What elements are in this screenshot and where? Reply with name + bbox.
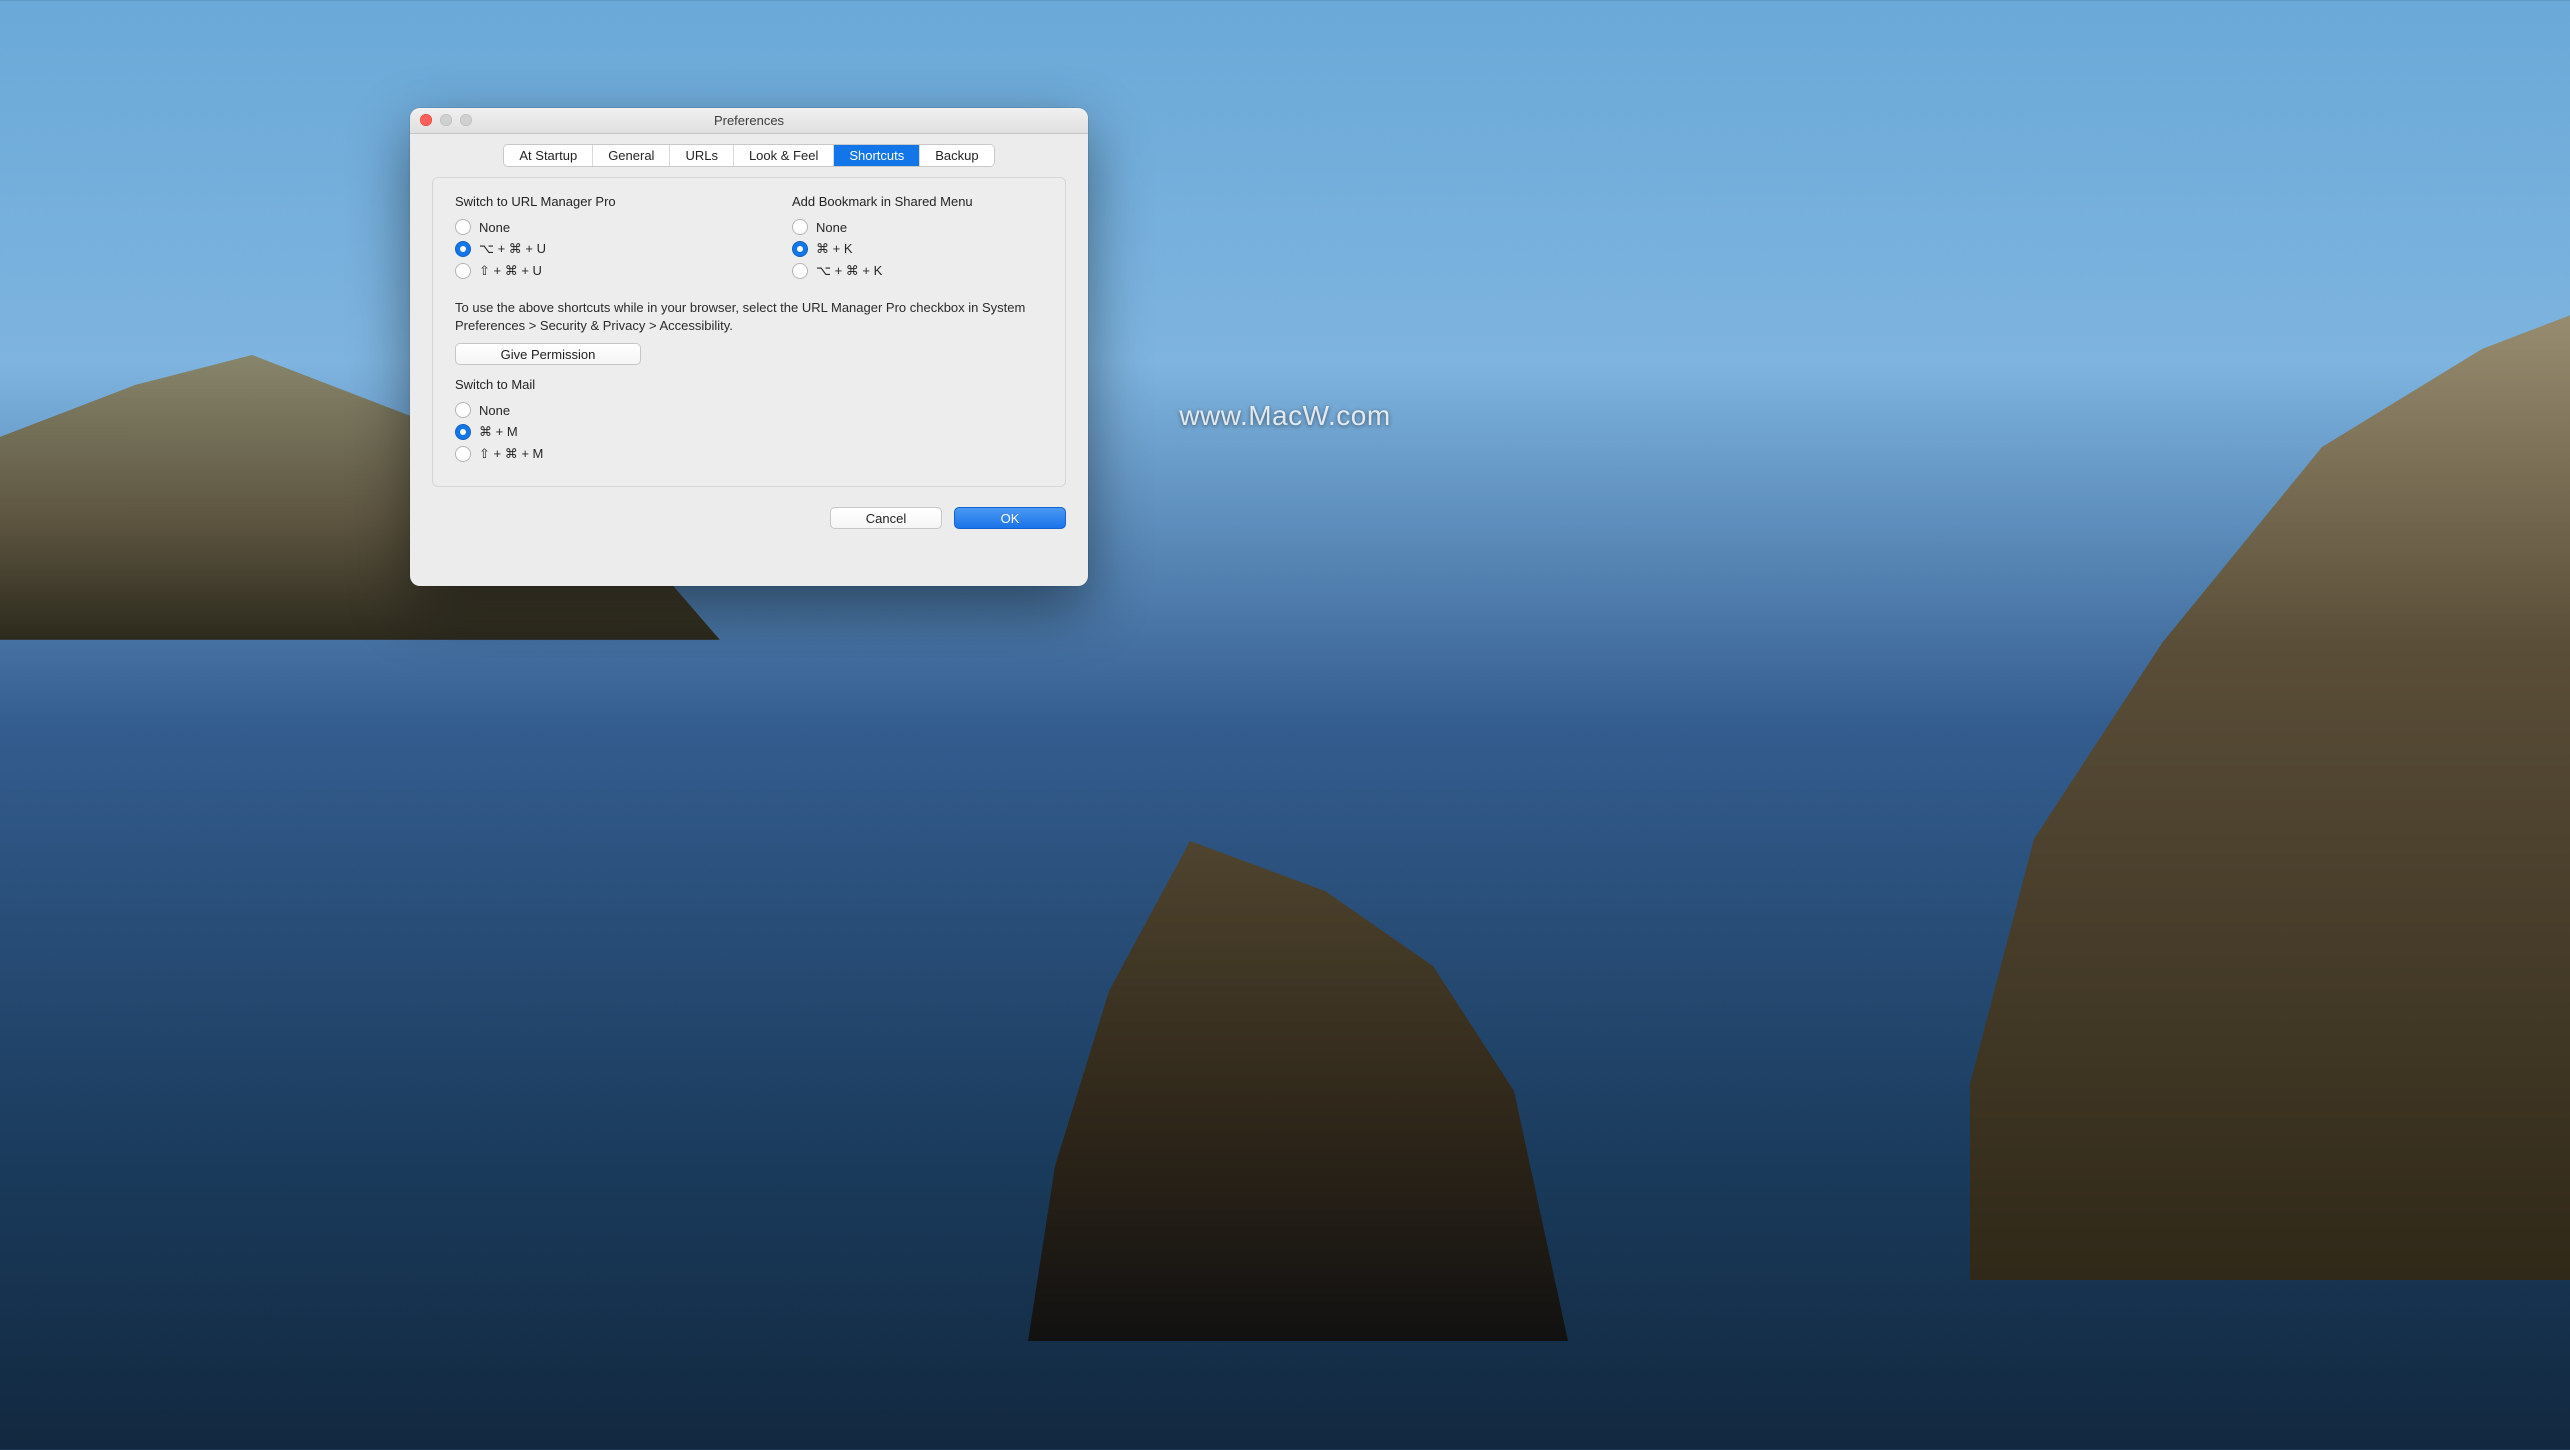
tab-urls[interactable]: URLs [670, 145, 734, 166]
radio-icon [455, 263, 471, 279]
radio-icon [792, 263, 808, 279]
radio-switch-ump-shift-cmd-u[interactable]: ⇧ + ⌘ + U [455, 263, 706, 279]
watermark-text: www.MacW.com [1179, 400, 1390, 432]
radio-label: None [479, 220, 510, 235]
radio-switch-mail-cmd-m[interactable]: ⌘ + M [455, 424, 1043, 440]
radio-icon [455, 424, 471, 440]
radio-icon [455, 446, 471, 462]
segmented-tabs: At Startup General URLs Look & Feel Shor… [503, 144, 994, 167]
radio-label: ⇧ + ⌘ + U [479, 263, 542, 279]
radio-label: ⌥ + ⌘ + K [816, 263, 882, 279]
titlebar: Preferences [410, 108, 1088, 134]
tab-backup[interactable]: Backup [920, 145, 993, 166]
close-icon[interactable] [420, 114, 432, 126]
traffic-lights [420, 114, 472, 126]
radio-icon [455, 219, 471, 235]
tab-bar: At Startup General URLs Look & Feel Shor… [410, 134, 1088, 167]
radio-icon [792, 241, 808, 257]
accessibility-info: To use the above shortcuts while in your… [455, 299, 1043, 335]
radio-add-bookmark-opt-cmd-k[interactable]: ⌥ + ⌘ + K [792, 263, 1043, 279]
content-panel: Switch to URL Manager Pro None ⌥ + ⌘ + U… [432, 177, 1066, 487]
radio-switch-ump-opt-cmd-u[interactable]: ⌥ + ⌘ + U [455, 241, 706, 257]
tab-general[interactable]: General [593, 145, 670, 166]
radio-label: ⌥ + ⌘ + U [479, 241, 546, 257]
radio-add-bookmark-cmd-k[interactable]: ⌘ + K [792, 241, 1043, 257]
group-title-switch-mail: Switch to Mail [455, 377, 1043, 392]
group-title-switch-ump: Switch to URL Manager Pro [455, 194, 706, 209]
tab-look-and-feel[interactable]: Look & Feel [734, 145, 834, 166]
radio-icon [455, 241, 471, 257]
switch-to-mail-group: Switch to Mail None ⌘ + M ⇧ + ⌘ + M [455, 377, 1043, 462]
preferences-window: Preferences At Startup General URLs Look… [410, 108, 1088, 586]
radio-switch-ump-none[interactable]: None [455, 219, 706, 235]
radio-icon [792, 219, 808, 235]
group-title-add-bookmark: Add Bookmark in Shared Menu [792, 194, 1043, 209]
tab-shortcuts[interactable]: Shortcuts [834, 145, 920, 166]
radio-switch-mail-shift-cmd-m[interactable]: ⇧ + ⌘ + M [455, 446, 1043, 462]
radio-label: None [479, 403, 510, 418]
add-bookmark-group: Add Bookmark in Shared Menu None ⌘ + K ⌥… [792, 194, 1043, 285]
zoom-icon [460, 114, 472, 126]
radio-icon [455, 402, 471, 418]
radio-add-bookmark-none[interactable]: None [792, 219, 1043, 235]
minimize-icon [440, 114, 452, 126]
cancel-button[interactable]: Cancel [830, 507, 942, 529]
ok-button[interactable]: OK [954, 507, 1066, 529]
switch-to-ump-group: Switch to URL Manager Pro None ⌥ + ⌘ + U… [455, 194, 706, 285]
radio-label: ⌘ + M [479, 424, 518, 440]
desktop-wallpaper-rocks [1028, 841, 1568, 1341]
radio-label: None [816, 220, 847, 235]
tab-at-startup[interactable]: At Startup [504, 145, 593, 166]
radio-switch-mail-none[interactable]: None [455, 402, 1043, 418]
radio-label: ⇧ + ⌘ + M [479, 446, 543, 462]
radio-label: ⌘ + K [816, 241, 853, 257]
give-permission-button[interactable]: Give Permission [455, 343, 641, 365]
desktop-wallpaper-island-right [1970, 300, 2570, 1280]
dialog-buttons: Cancel OK [410, 499, 1088, 529]
window-title: Preferences [714, 113, 784, 128]
